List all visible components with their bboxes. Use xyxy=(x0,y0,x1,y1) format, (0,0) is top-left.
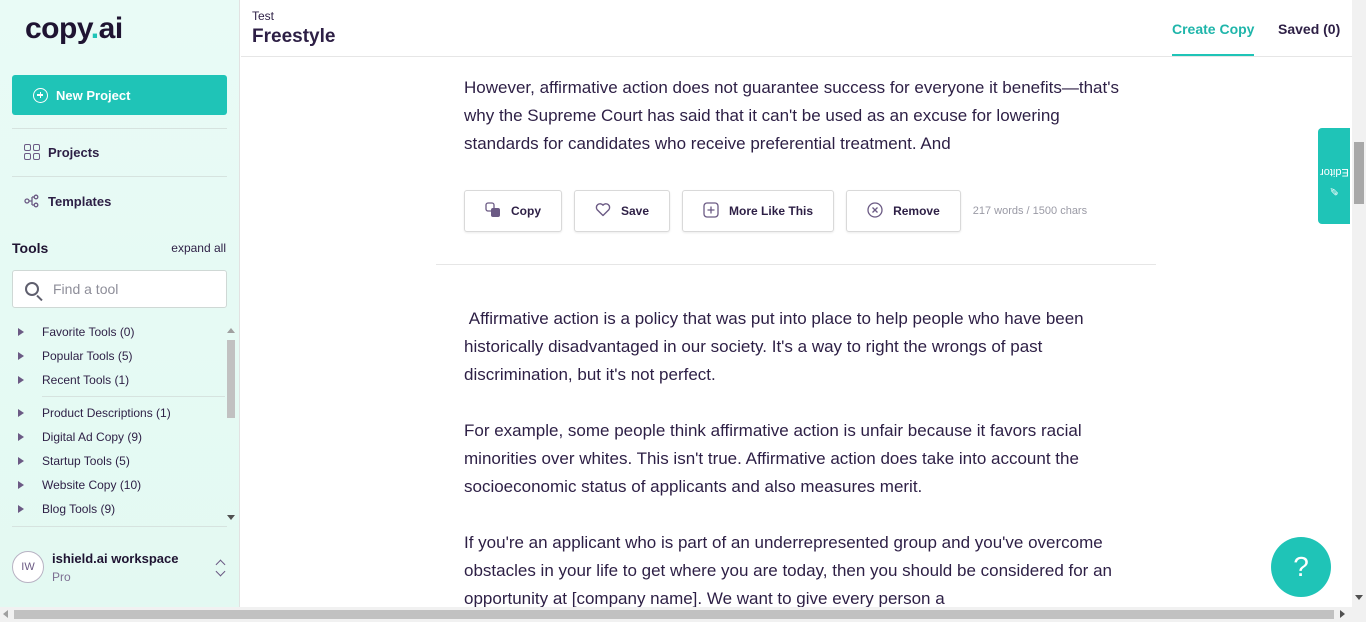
tab-saved[interactable]: Saved (0) xyxy=(1278,21,1340,56)
page-header: Test Freestyle Create Copy Saved (0) xyxy=(241,0,1352,57)
save-label: Save xyxy=(621,204,650,218)
help-button[interactable]: ? xyxy=(1271,537,1331,597)
sidebar: copy.ai New Project Projects Templates T… xyxy=(0,0,240,607)
tool-group-startup-tools[interactable]: Startup Tools (5) xyxy=(12,451,130,471)
scrollbar-thumb[interactable] xyxy=(14,610,1334,619)
divider xyxy=(12,526,227,527)
caret-right-icon xyxy=(18,505,24,513)
sidebar-item-templates[interactable]: Templates xyxy=(24,193,111,209)
sidebar-scrollbar[interactable] xyxy=(226,328,236,524)
caret-right-icon xyxy=(18,352,24,360)
result-paragraph: Affirmative action is a policy that was … xyxy=(464,309,1089,384)
copyai-logo[interactable]: copy.ai xyxy=(25,12,123,46)
tool-group-popular[interactable]: Popular Tools (5) xyxy=(12,346,133,366)
tool-group-label: Website Copy (10) xyxy=(42,478,142,492)
scroll-up-arrow-icon[interactable] xyxy=(227,328,235,333)
result-actions: Copy Save More Like This Remove 217 word… xyxy=(464,190,1087,232)
caret-right-icon xyxy=(18,409,24,417)
scrollbar-thumb[interactable] xyxy=(1354,142,1364,204)
logo-text-suffix: ai xyxy=(98,12,124,45)
search-icon xyxy=(25,282,39,296)
remove-button[interactable]: Remove xyxy=(846,190,961,232)
heart-icon xyxy=(595,202,611,220)
tab-create-copy[interactable]: Create Copy xyxy=(1172,21,1255,56)
plus-square-icon xyxy=(703,201,719,221)
results-panel: However, affirmative action does not gua… xyxy=(241,58,1352,607)
sidebar-item-label: Projects xyxy=(48,144,100,160)
tool-group-label: Favorite Tools (0) xyxy=(42,325,135,339)
tool-group-label: Popular Tools (5) xyxy=(42,349,133,363)
sidebar-item-label: Templates xyxy=(48,193,112,209)
new-project-label: New Project xyxy=(56,87,131,103)
scroll-right-arrow-icon[interactable] xyxy=(1340,610,1345,618)
scrollbar-thumb[interactable] xyxy=(227,340,235,418)
tool-group-label: Digital Ad Copy (9) xyxy=(42,430,143,444)
divider xyxy=(12,176,227,177)
workspace-name[interactable]: ishield.ai workspace xyxy=(52,551,178,566)
tool-group-digital-ad-copy[interactable]: Digital Ad Copy (9) xyxy=(12,427,142,447)
tool-group-label: Startup Tools (5) xyxy=(42,454,130,468)
result-paragraph: If you're an applicant who is part of an… xyxy=(464,533,1112,607)
more-like-this-button[interactable]: More Like This xyxy=(682,190,835,232)
page-vertical-scrollbar[interactable] xyxy=(1352,0,1366,607)
tool-group-label: Product Descriptions (1) xyxy=(42,406,171,420)
word-char-count: 217 words / 1500 chars xyxy=(972,205,1088,217)
tool-group-favorite[interactable]: Favorite Tools (0) xyxy=(12,322,134,342)
remove-label: Remove xyxy=(893,204,940,218)
close-circle-icon xyxy=(867,201,883,221)
page-title: Freestyle xyxy=(252,26,336,47)
scroll-down-arrow-icon[interactable] xyxy=(1355,595,1363,600)
tools-heading: Tools xyxy=(12,240,49,256)
tool-group-recent[interactable]: Recent Tools (1) xyxy=(12,370,129,390)
pencil-icon: ✎ xyxy=(1329,183,1339,196)
caret-right-icon xyxy=(18,376,24,384)
sidebar-item-projects[interactable]: Projects xyxy=(24,144,99,160)
tool-group-label: Blog Tools (9) xyxy=(42,502,116,516)
scroll-down-arrow-icon[interactable] xyxy=(227,515,235,520)
caret-right-icon xyxy=(18,433,24,441)
divider xyxy=(12,128,227,129)
copy-icon xyxy=(485,201,501,221)
result-text: However, affirmative action does not gua… xyxy=(464,78,1119,153)
more-like-this-label: More Like This xyxy=(729,204,814,218)
editor-toggle-tab[interactable]: ✎ Editor xyxy=(1318,128,1350,224)
logo-dot: . xyxy=(90,12,99,45)
plus-circle-icon xyxy=(33,87,48,103)
scroll-left-arrow-icon[interactable] xyxy=(3,610,8,618)
caret-right-icon xyxy=(18,481,24,489)
tool-group-product-descriptions[interactable]: Product Descriptions (1) xyxy=(12,403,171,423)
page-horizontal-scrollbar[interactable] xyxy=(0,607,1366,622)
caret-right-icon xyxy=(18,328,24,336)
result-divider xyxy=(436,264,1156,265)
result-paragraph: For example, some people think affirmati… xyxy=(464,421,1082,496)
tool-group-blog-tools[interactable]: Blog Tools (9) xyxy=(12,499,115,519)
tool-group-website-copy[interactable]: Website Copy (10) xyxy=(12,475,141,495)
caret-right-icon xyxy=(18,457,24,465)
templates-icon xyxy=(24,193,40,209)
logo-text-main: copy xyxy=(25,12,91,45)
copy-label: Copy xyxy=(511,204,541,218)
breadcrumb[interactable]: Test xyxy=(252,9,274,23)
workspace-plan: Pro xyxy=(52,570,71,584)
tool-search-input[interactable] xyxy=(53,281,203,297)
tool-group-label: Recent Tools (1) xyxy=(42,373,130,387)
new-project-button[interactable]: New Project xyxy=(12,75,227,115)
copy-button[interactable]: Copy xyxy=(464,190,562,232)
workspace-avatar[interactable]: IW xyxy=(12,551,44,583)
tool-search xyxy=(12,270,227,308)
save-button[interactable]: Save xyxy=(574,190,671,232)
expand-all-link[interactable]: expand all xyxy=(171,241,226,255)
editor-tab-label: Editor xyxy=(1320,165,1349,178)
workspace-switcher-chevron-icon[interactable] xyxy=(215,559,227,577)
divider xyxy=(42,396,225,397)
grid-icon xyxy=(24,144,40,160)
